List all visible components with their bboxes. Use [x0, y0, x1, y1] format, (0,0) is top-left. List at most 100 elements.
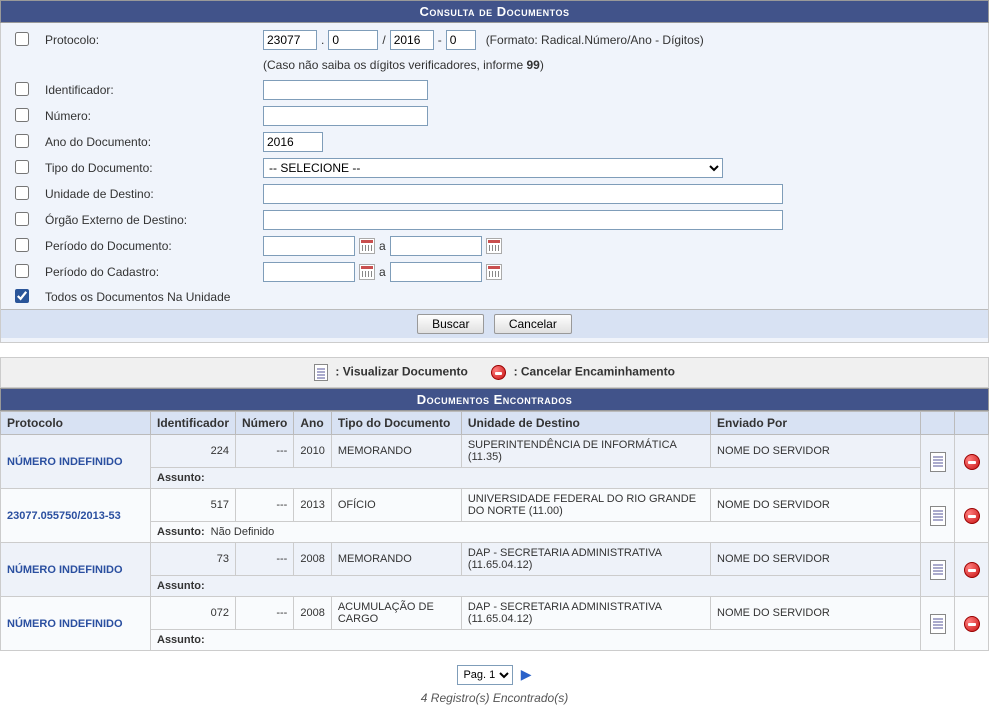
- chk-periodo-doc[interactable]: [15, 238, 29, 252]
- col-protocolo: Protocolo: [1, 412, 151, 435]
- col-unidade: Unidade de Destino: [461, 412, 710, 435]
- legend-bar: : Visualizar Documento : Cancelar Encami…: [0, 357, 989, 388]
- chk-protocolo[interactable]: [15, 32, 29, 46]
- legend-cancel: : Cancelar Encaminhamento: [514, 365, 675, 379]
- cancel-icon: [491, 365, 506, 380]
- cell-identificador: 73: [151, 543, 236, 576]
- results-title: Documentos Encontrados: [0, 388, 989, 411]
- cell-enviado: NOME DO SERVIDOR: [711, 489, 921, 522]
- cell-numero: ---: [236, 597, 294, 630]
- assunto-value: Não Definido: [211, 526, 275, 538]
- protocolo-link[interactable]: NÚMERO INDEFINIDO: [7, 618, 123, 630]
- cell-ano: 2010: [294, 435, 331, 468]
- col-numero: Número: [236, 412, 294, 435]
- input-protocolo-radical[interactable]: [263, 30, 317, 50]
- chk-unidade-destino[interactable]: [15, 186, 29, 200]
- cell-numero: ---: [236, 543, 294, 576]
- input-periodo-cad-end[interactable]: [390, 262, 482, 282]
- protocolo-link[interactable]: NÚMERO INDEFINIDO: [7, 456, 123, 468]
- protocolo-link[interactable]: 23077.055750/2013-53: [7, 510, 121, 522]
- cell-identificador: 517: [151, 489, 236, 522]
- calendar-icon[interactable]: [486, 238, 502, 254]
- cell-numero: ---: [236, 435, 294, 468]
- cell-enviado: NOME DO SERVIDOR: [711, 435, 921, 468]
- input-periodo-cad-start[interactable]: [263, 262, 355, 282]
- chk-todos-docs[interactable]: [15, 289, 29, 303]
- cancel-forward-icon[interactable]: [964, 562, 980, 578]
- cell-numero: ---: [236, 489, 294, 522]
- cell-enviado: NOME DO SERVIDOR: [711, 543, 921, 576]
- input-unidade-destino[interactable]: [263, 184, 783, 204]
- input-identificador[interactable]: [263, 80, 428, 100]
- chk-tipo-doc[interactable]: [15, 160, 29, 174]
- cell-ano: 2008: [294, 543, 331, 576]
- pager: Pag. 1 ▶: [0, 665, 989, 685]
- result-count: 4 Registro(s) Encontrado(s): [0, 691, 989, 705]
- chk-numero[interactable]: [15, 108, 29, 122]
- chk-identificador[interactable]: [15, 82, 29, 96]
- cancelar-button[interactable]: Cancelar: [494, 314, 572, 334]
- chk-periodo-cad[interactable]: [15, 264, 29, 278]
- label-orgao-externo: Órgão Externo de Destino:: [35, 213, 263, 227]
- protocolo-link[interactable]: NÚMERO INDEFINIDO: [7, 564, 123, 576]
- assunto-label: Assunto:: [157, 580, 205, 592]
- calendar-icon[interactable]: [359, 238, 375, 254]
- calendar-icon[interactable]: [486, 264, 502, 280]
- cell-unidade: SUPERINTENDÊNCIA DE INFORMÁTICA (11.35): [461, 435, 710, 468]
- legend-view: : Visualizar Documento: [335, 365, 467, 379]
- input-orgao-externo[interactable]: [263, 210, 783, 230]
- cancel-forward-icon[interactable]: [964, 454, 980, 470]
- cancel-forward-icon[interactable]: [964, 616, 980, 632]
- col-enviado: Enviado Por: [711, 412, 921, 435]
- calendar-icon[interactable]: [359, 264, 375, 280]
- cell-identificador: 224: [151, 435, 236, 468]
- view-document-icon[interactable]: [930, 560, 946, 580]
- col-identificador: Identificador: [151, 412, 236, 435]
- table-row: 23077.055750/2013-53 517---2013OFÍCIOUNIV…: [1, 489, 989, 522]
- table-row: NÚMERO INDEFINIDO 072---2008ACUMULAÇÃO DE…: [1, 597, 989, 630]
- input-ano-doc[interactable]: [263, 132, 323, 152]
- label-numero: Número:: [35, 109, 263, 123]
- input-periodo-doc-end[interactable]: [390, 236, 482, 256]
- label-unidade-destino: Unidade de Destino:: [35, 187, 263, 201]
- input-periodo-doc-start[interactable]: [263, 236, 355, 256]
- table-row: NÚMERO INDEFINIDO224---2010MEMORANDOSUPE…: [1, 435, 989, 468]
- label-todos-docs: Todos os Documentos Na Unidade: [35, 290, 230, 304]
- search-form: Protocolo: . / - (Formato: Radical.Númer…: [0, 23, 989, 343]
- page-select[interactable]: Pag. 1: [457, 665, 513, 685]
- form-title: Consulta de Documentos: [0, 0, 989, 23]
- view-document-icon[interactable]: [930, 614, 946, 634]
- chk-orgao-externo[interactable]: [15, 212, 29, 226]
- input-numero[interactable]: [263, 106, 428, 126]
- chk-ano-doc[interactable]: [15, 134, 29, 148]
- col-action-view: [921, 412, 955, 435]
- cell-enviado: NOME DO SERVIDOR: [711, 597, 921, 630]
- protocolo-format-hint: (Formato: Radical.Número/Ano - Dígitos): [486, 33, 704, 47]
- cell-tipo: ACUMULAÇÃO DE CARGO: [331, 597, 461, 630]
- select-tipo-doc[interactable]: -- SELECIONE --: [263, 158, 723, 178]
- label-tipo-doc: Tipo do Documento:: [35, 161, 263, 175]
- input-protocolo-numero[interactable]: [328, 30, 378, 50]
- cancel-forward-icon[interactable]: [964, 508, 980, 524]
- assunto-label: Assunto:: [157, 634, 205, 646]
- cell-unidade: UNIVERSIDADE FEDERAL DO RIO GRANDE DO NO…: [461, 489, 710, 522]
- results-table: Protocolo Identificador Número Ano Tipo …: [0, 411, 989, 651]
- view-document-icon[interactable]: [930, 452, 946, 472]
- label-periodo-doc: Período do Documento:: [35, 239, 263, 253]
- next-page-icon[interactable]: ▶: [521, 666, 532, 682]
- assunto-label: Assunto:: [157, 526, 205, 538]
- buscar-button[interactable]: Buscar: [417, 314, 484, 334]
- view-document-icon[interactable]: [930, 506, 946, 526]
- table-row: NÚMERO INDEFINIDO73---2008MEMORANDODAP -…: [1, 543, 989, 576]
- input-protocolo-digitos[interactable]: [446, 30, 476, 50]
- cell-tipo: OFÍCIO: [331, 489, 461, 522]
- cell-unidade: DAP - SECRETARIA ADMINISTRATIVA (11.65.0…: [461, 597, 710, 630]
- col-ano: Ano: [294, 412, 331, 435]
- cell-ano: 2008: [294, 597, 331, 630]
- col-tipo: Tipo do Documento: [331, 412, 461, 435]
- cell-ano: 2013: [294, 489, 331, 522]
- col-action-cancel: [955, 412, 989, 435]
- cell-unidade: DAP - SECRETARIA ADMINISTRATIVA (11.65.0…: [461, 543, 710, 576]
- input-protocolo-ano[interactable]: [390, 30, 434, 50]
- cell-identificador: 072: [151, 597, 236, 630]
